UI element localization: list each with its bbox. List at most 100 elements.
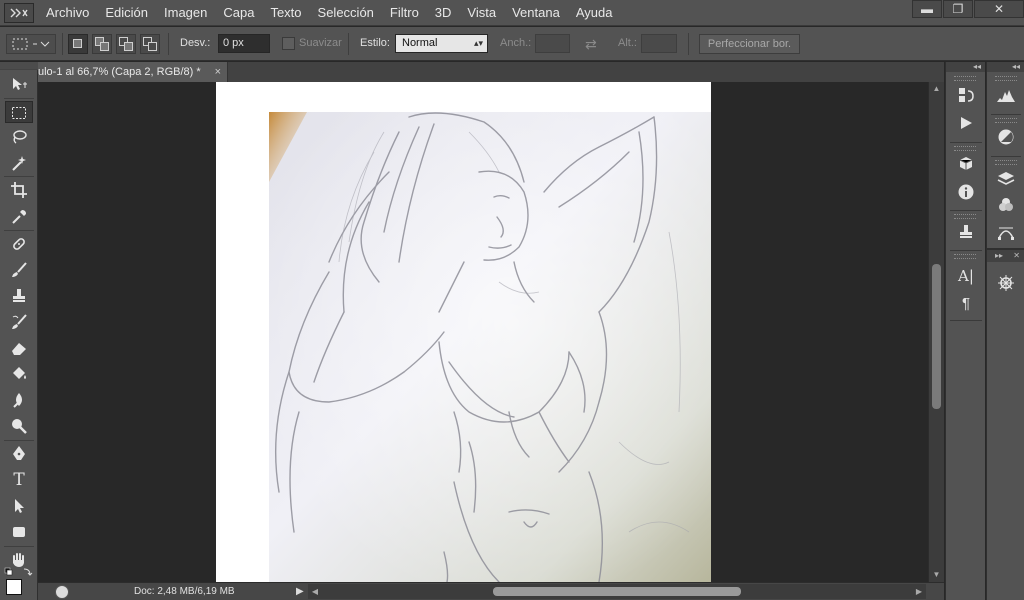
panel-grip[interactable] <box>954 146 976 151</box>
menu-vista[interactable]: Vista <box>459 0 504 26</box>
paint-bucket-tool[interactable] <box>5 363 33 385</box>
history-icon <box>959 88 974 102</box>
crop-tool[interactable] <box>5 179 33 201</box>
clone-source-panel-icon[interactable] <box>953 223 979 245</box>
menu-seleccion[interactable]: Selección <box>310 0 382 26</box>
style-select[interactable]: Normal ▴▾ <box>395 34 488 53</box>
scroll-right-icon[interactable]: ▶ <box>912 584 926 599</box>
color-swatches[interactable] <box>4 567 34 597</box>
vertical-scrollbar[interactable]: ▲ ▼ <box>928 82 944 582</box>
panel-grip[interactable] <box>954 76 976 81</box>
new-selection-button[interactable] <box>68 34 88 54</box>
magic-wand-icon <box>12 156 26 171</box>
anti-alias-checkbox[interactable] <box>282 37 295 50</box>
separator <box>991 114 1021 115</box>
3d-panel-icon[interactable] <box>953 155 979 177</box>
menu-archivo[interactable]: Archivo <box>38 0 97 26</box>
paint-bucket-icon <box>13 367 26 379</box>
panel-grip[interactable] <box>0 62 38 70</box>
close-button[interactable]: ✕ <box>974 0 1024 18</box>
pencil-sketch-layer <box>269 112 711 582</box>
eraser-tool[interactable] <box>5 337 33 359</box>
subtract-from-selection-button[interactable] <box>116 34 136 54</box>
histogram-icon <box>997 90 1015 102</box>
separator <box>4 230 34 231</box>
collapse-icon[interactable]: ◂◂ <box>987 62 1024 72</box>
pen-tool[interactable] <box>5 443 33 465</box>
panel-dock-right: ◂◂ ▸▸ ✕ <box>986 62 1024 600</box>
histogram-panel-icon[interactable] <box>993 86 1019 108</box>
move-tool[interactable] <box>5 74 33 96</box>
menu-3d[interactable]: 3D <box>427 0 460 26</box>
collapse-icon[interactable]: ◂◂ <box>946 62 985 72</box>
panel-grip[interactable] <box>954 254 976 259</box>
horizontal-scroll-thumb[interactable] <box>493 587 741 596</box>
panel-grip[interactable] <box>995 76 1017 81</box>
actions-panel-icon[interactable] <box>953 114 979 136</box>
eyedropper-tool[interactable] <box>5 206 33 228</box>
menu-ventana[interactable]: Ventana <box>504 0 568 26</box>
lasso-tool[interactable] <box>5 126 33 148</box>
paragraph-panel-icon[interactable]: ¶ <box>953 293 979 315</box>
type-tool[interactable]: T <box>5 469 33 491</box>
vertical-scroll-thumb[interactable] <box>932 264 941 409</box>
menu-imagen[interactable]: Imagen <box>156 0 215 26</box>
clone-stamp-tool[interactable] <box>5 285 33 307</box>
spot-healing-tool[interactable] <box>5 233 33 255</box>
navigator-panel-icon[interactable] <box>993 274 1019 296</box>
document-canvas[interactable] <box>216 82 711 582</box>
magic-wand-tool[interactable] <box>5 152 33 174</box>
tool-preset-picker[interactable] <box>6 34 56 54</box>
refine-edge-button[interactable]: Perfeccionar bor. <box>699 34 800 54</box>
document-tab[interactable]: ulo-1 al 66,7% (Capa 2, RGB/8) * × <box>38 62 228 82</box>
menu-texto[interactable]: Texto <box>262 0 309 26</box>
adjustments-panel-icon[interactable] <box>993 128 1019 150</box>
status-menu-arrow[interactable]: ▶ <box>296 583 304 600</box>
character-panel-icon[interactable]: A| <box>953 265 979 287</box>
path-selection-tool[interactable] <box>5 495 33 517</box>
swap-arrows-icon[interactable]: ⇄ <box>585 36 597 53</box>
height-input[interactable] <box>641 34 677 53</box>
foreground-color-swatch[interactable] <box>6 579 22 595</box>
blur-tool[interactable] <box>5 389 33 411</box>
menu-ayuda[interactable]: Ayuda <box>568 0 621 26</box>
play-icon <box>961 117 972 129</box>
hand-tool[interactable] <box>5 549 33 569</box>
layers-panel-icon[interactable] <box>993 170 1019 192</box>
scroll-down-icon[interactable]: ▼ <box>929 568 944 582</box>
default-colors-icon[interactable] <box>4 567 34 579</box>
collapse-icon <box>10 8 28 18</box>
panel-grip[interactable] <box>995 118 1017 123</box>
history-panel-icon[interactable] <box>953 86 979 108</box>
close-icon[interactable]: × <box>215 62 221 82</box>
scroll-up-icon[interactable]: ▲ <box>929 82 944 96</box>
horizontal-scrollbar[interactable]: ◀ ▶ <box>308 584 926 599</box>
paths-panel-icon[interactable] <box>993 224 1019 246</box>
canvas-area[interactable] <box>38 82 928 582</box>
minimize-button[interactable]: ▬ <box>912 0 942 18</box>
menu-edicion[interactable]: Edición <box>97 0 156 26</box>
rectangle-tool[interactable] <box>5 521 33 543</box>
intersect-selection-button[interactable] <box>140 34 160 54</box>
restore-button[interactable]: ❐ <box>943 0 973 18</box>
brush-icon <box>12 262 27 277</box>
expand-icon[interactable]: ▸▸ <box>995 251 1003 260</box>
square-icon <box>100 42 109 51</box>
channels-panel-icon[interactable] <box>993 196 1019 218</box>
panel-grip[interactable] <box>954 214 976 219</box>
menu-filtro[interactable]: Filtro <box>382 0 427 26</box>
photoshop-logo[interactable] <box>4 3 34 23</box>
brush-tool[interactable] <box>5 259 33 281</box>
add-to-selection-button[interactable] <box>92 34 112 54</box>
close-icon[interactable]: ✕ <box>1013 251 1020 260</box>
rectangular-marquee-tool[interactable] <box>5 101 33 123</box>
info-panel-icon[interactable] <box>953 183 979 205</box>
history-brush-tool[interactable] <box>5 311 33 333</box>
dodge-tool[interactable] <box>5 415 33 437</box>
zoom-info-icon[interactable] <box>55 585 69 599</box>
scroll-left-icon[interactable]: ◀ <box>308 584 322 599</box>
panel-grip[interactable] <box>995 160 1017 165</box>
feather-input[interactable]: 0 px <box>218 34 270 53</box>
menu-capa[interactable]: Capa <box>215 0 262 26</box>
width-input[interactable] <box>535 34 570 53</box>
